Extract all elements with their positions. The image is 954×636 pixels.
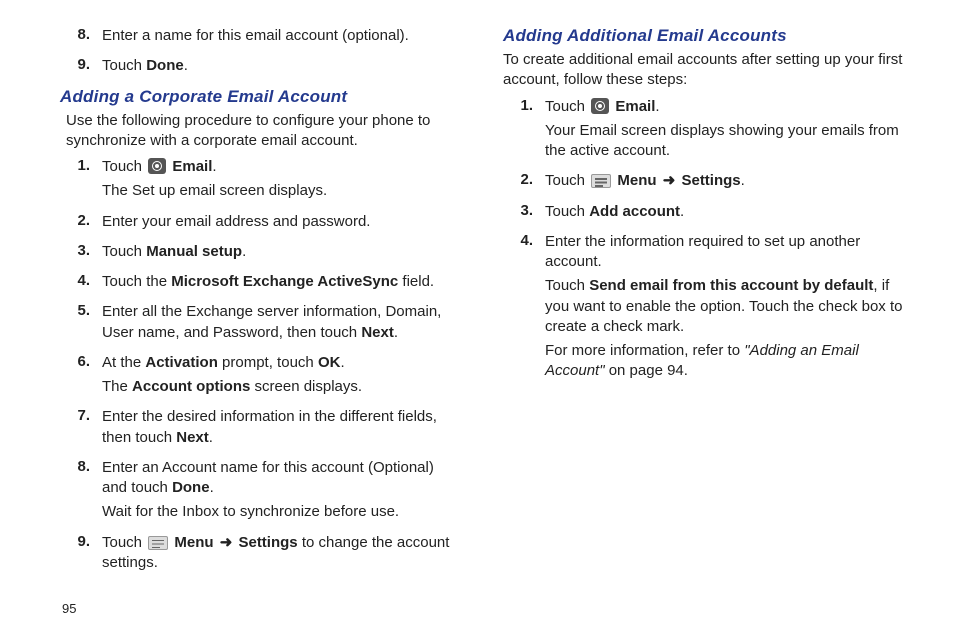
step-text: Touch Menu ➜ Settings to change the acco… [102, 533, 463, 574]
step-number: 1. [503, 97, 545, 162]
step-body: Enter the information required to set up… [545, 232, 906, 382]
step-body: At the Activation prompt, touch OK. The A… [102, 353, 463, 398]
step-body: Touch Menu ➜ Settings to change the acco… [102, 533, 463, 574]
step-number: 7. [60, 407, 102, 448]
step-text: Enter the information required to set up… [545, 232, 906, 273]
list-item: 8.Enter a name for this email account (o… [60, 26, 463, 46]
step-body: Touch Email. The Set up email screen disp… [102, 157, 463, 202]
arrow-icon: ➜ [218, 534, 235, 551]
list-item: 4.Enter the information required to set … [503, 232, 906, 382]
email-icon [148, 158, 166, 174]
left-column: 8.Enter a name for this email account (o… [60, 20, 463, 583]
step-text: Enter your email address and password. [102, 212, 463, 232]
step-text: Touch Email. [545, 97, 906, 117]
intro-text-additional: To create additional email accounts afte… [503, 50, 906, 91]
step-number: 8. [60, 458, 102, 523]
step-number: 8. [60, 26, 102, 46]
step-text: Touch Add account. [545, 202, 906, 222]
step-body: Enter all the Exchange server informatio… [102, 302, 463, 343]
step-text: The Account options screen displays. [102, 377, 463, 397]
list-item: 7.Enter the desired information in the d… [60, 407, 463, 448]
step-body: Touch Email. Your Email screen displays s… [545, 97, 906, 162]
step-number: 2. [60, 212, 102, 232]
arrow-icon: ➜ [661, 172, 678, 189]
page-number: 95 [62, 601, 76, 616]
step-number: 4. [60, 272, 102, 292]
step-text: Touch Email. [102, 157, 463, 177]
step-text: Touch Send email from this account by de… [545, 276, 906, 337]
step-number: 4. [503, 232, 545, 382]
corporate-steps-list: 1.Touch Email. The Set up email screen di… [60, 157, 463, 573]
list-item: 9.Touch Done. [60, 56, 463, 76]
step-text: Touch Done. [102, 56, 463, 76]
step-text: Enter a name for this email account (opt… [102, 26, 463, 46]
step-body: Enter your email address and password. [102, 212, 463, 232]
list-item: 9.Touch Menu ➜ Settings to change the ac… [60, 533, 463, 574]
manual-page: 8.Enter a name for this email account (o… [0, 0, 954, 593]
step-body: Enter an Account name for this account (… [102, 458, 463, 523]
step-text: Touch Manual setup. [102, 242, 463, 262]
list-item: 2.Touch Menu ➜ Settings. [503, 171, 906, 191]
step-number: 1. [60, 157, 102, 202]
list-item: 8.Enter an Account name for this account… [60, 458, 463, 523]
step-body: Touch Menu ➜ Settings. [545, 171, 906, 191]
step-text: Enter the desired information in the dif… [102, 407, 463, 448]
step-number: 5. [60, 302, 102, 343]
list-item: 4.Touch the Microsoft Exchange ActiveSyn… [60, 272, 463, 292]
step-number: 9. [60, 533, 102, 574]
pre-steps-list: 8.Enter a name for this email account (o… [60, 26, 463, 77]
step-body: Touch Add account. [545, 202, 906, 222]
step-body: Touch the Microsoft Exchange ActiveSync … [102, 272, 463, 292]
step-text: Your Email screen displays showing your … [545, 121, 906, 162]
step-text: Wait for the Inbox to synchronize before… [102, 502, 463, 522]
step-number: 2. [503, 171, 545, 191]
step-number: 3. [503, 202, 545, 222]
step-body: Enter the desired information in the dif… [102, 407, 463, 448]
step-text: For more information, refer to "Adding a… [545, 341, 906, 382]
list-item: 3.Touch Add account. [503, 202, 906, 222]
list-item: 3.Touch Manual setup. [60, 242, 463, 262]
step-text: Touch Menu ➜ Settings. [545, 171, 906, 191]
right-column: Adding Additional Email Accounts To crea… [503, 20, 906, 583]
section-heading-additional: Adding Additional Email Accounts [503, 26, 906, 46]
menu-icon [591, 174, 611, 188]
step-text: Touch the Microsoft Exchange ActiveSync … [102, 272, 463, 292]
list-item: 2.Enter your email address and password. [60, 212, 463, 232]
list-item: 6.At the Activation prompt, touch OK. The… [60, 353, 463, 398]
step-body: Touch Done. [102, 56, 463, 76]
step-body: Enter a name for this email account (opt… [102, 26, 463, 46]
email-icon [591, 98, 609, 114]
list-item: 1.Touch Email. Your Email screen displays… [503, 97, 906, 162]
step-number: 9. [60, 56, 102, 76]
step-text: Enter all the Exchange server informatio… [102, 302, 463, 343]
step-body: Touch Manual setup. [102, 242, 463, 262]
step-text: At the Activation prompt, touch OK. [102, 353, 463, 373]
step-number: 6. [60, 353, 102, 398]
section-heading-corporate: Adding a Corporate Email Account [60, 87, 463, 107]
step-text: The Set up email screen displays. [102, 181, 463, 201]
list-item: 1.Touch Email. The Set up email screen di… [60, 157, 463, 202]
intro-text: Use the following procedure to configure… [66, 111, 463, 152]
step-text: Enter an Account name for this account (… [102, 458, 463, 499]
menu-icon [148, 536, 168, 550]
additional-steps-list: 1.Touch Email. Your Email screen displays… [503, 97, 906, 382]
step-number: 3. [60, 242, 102, 262]
list-item: 5.Enter all the Exchange server informat… [60, 302, 463, 343]
